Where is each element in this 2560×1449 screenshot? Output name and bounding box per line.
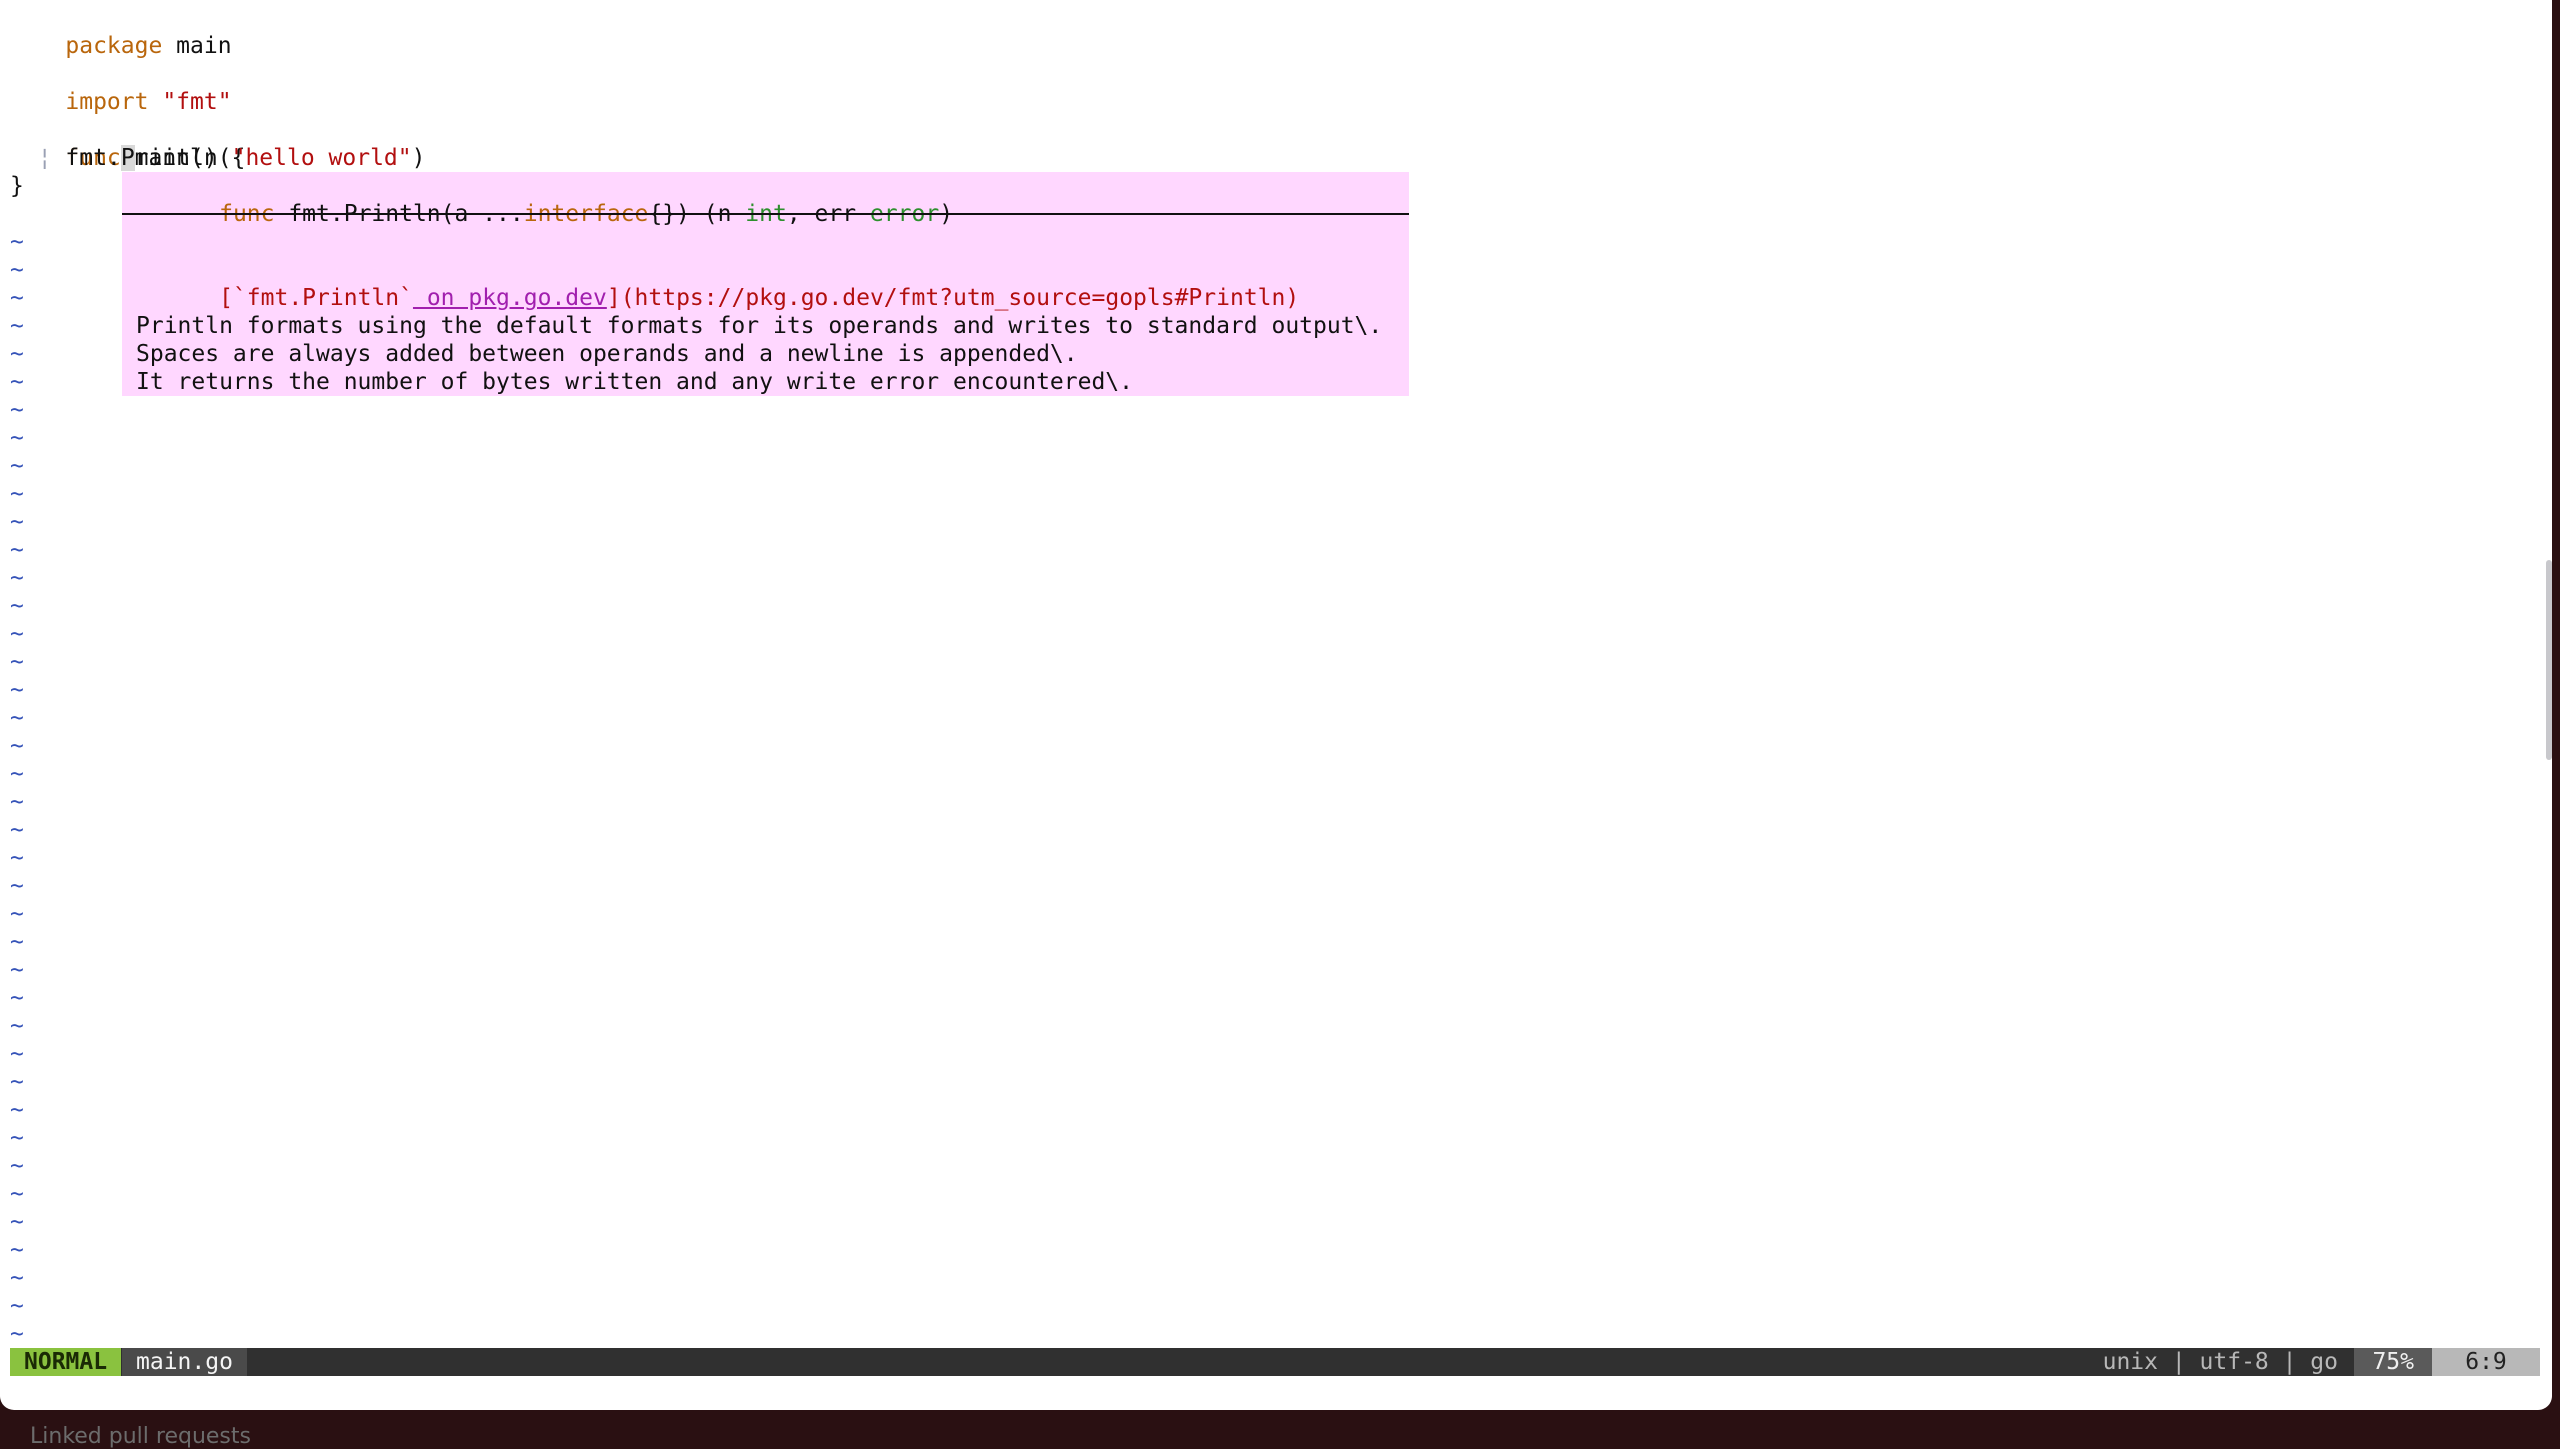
window-scrollbar[interactable] — [2546, 560, 2552, 760]
status-filename: main.go — [122, 1348, 247, 1376]
link-open: [`fmt.Println` — [219, 285, 413, 311]
tilde-marker: ~ — [10, 397, 24, 423]
code-line-7[interactable]: } — [10, 172, 24, 200]
vim-window: package main import "fmt" func main() { … — [0, 0, 2552, 1410]
code-line-6[interactable]: ¦ fmt.Println("hello world") — [10, 144, 425, 172]
tilde-marker: ~ — [10, 845, 24, 871]
code-line-3[interactable]: import "fmt" — [10, 60, 231, 115]
tilde-marker: ~ — [10, 1209, 24, 1235]
popup-link-line: [`fmt.Println` on pkg.go.dev](https://pk… — [136, 256, 1299, 311]
tilde-marker: ~ — [10, 425, 24, 451]
tilde-marker: ~ — [10, 1237, 24, 1263]
background-page-text: Linked pull requests — [30, 1424, 251, 1449]
tilde-marker: ~ — [10, 985, 24, 1011]
hover-documentation-popup[interactable]: func fmt.Println(a ...interface{}) (n in… — [122, 172, 1409, 396]
tilde-marker: ~ — [10, 229, 24, 255]
tilde-marker: ~ — [10, 705, 24, 731]
status-fileinfo: unix | utf-8 | go — [2102, 1349, 2338, 1375]
link-url: ](https://pkg.go.dev/fmt?utm_source=gopl… — [606, 285, 1300, 311]
status-line: NORMAL main.go unix | utf-8 | go 75% 6:9 — [10, 1348, 2540, 1376]
tilde-marker: ~ — [10, 593, 24, 619]
tilde-marker: ~ — [10, 313, 24, 339]
tilde-marker: ~ — [10, 929, 24, 955]
tilde-marker: ~ — [10, 341, 24, 367]
popup-separator — [122, 213, 1409, 215]
tilde-marker: ~ — [10, 1293, 24, 1319]
tilde-marker: ~ — [10, 1153, 24, 1179]
text-cursor: P — [120, 145, 135, 171]
tilde-marker: ~ — [10, 1041, 24, 1067]
tilde-marker: ~ — [10, 901, 24, 927]
tilde-marker: ~ — [10, 369, 24, 395]
keyword-import: import — [65, 89, 149, 115]
tilde-marker: ~ — [10, 761, 24, 787]
status-position: 6:9 — [2432, 1348, 2540, 1376]
status-percent: 75% — [2354, 1348, 2432, 1376]
tilde-marker: ~ — [10, 537, 24, 563]
package-name: main — [162, 33, 232, 59]
doc-line-3: It returns the number of bytes written a… — [136, 369, 1133, 395]
call-prefix: fmt. — [51, 145, 121, 171]
tilde-marker: ~ — [10, 1097, 24, 1123]
doc-line-2: Spaces are always added between operands… — [136, 341, 1078, 367]
tilde-marker: ~ — [10, 1013, 24, 1039]
tilde-marker: ~ — [10, 649, 24, 675]
indent-guide: ¦ — [37, 145, 52, 171]
tilde-marker: ~ — [10, 733, 24, 759]
code-line-1[interactable]: package main — [10, 4, 231, 59]
popup-signature: func fmt.Println(a ...interface{}) (n in… — [136, 172, 953, 227]
tilde-marker: ~ — [10, 285, 24, 311]
tilde-marker: ~ — [10, 817, 24, 843]
tilde-marker: ~ — [10, 257, 24, 283]
tilde-marker: ~ — [10, 481, 24, 507]
tilde-marker: ~ — [10, 1181, 24, 1207]
tilde-marker: ~ — [10, 789, 24, 815]
pkg-go-dev-link[interactable]: on pkg.go.dev — [413, 285, 607, 311]
tilde-marker: ~ — [10, 1321, 24, 1347]
import-path: "fmt" — [148, 89, 232, 115]
tilde-marker: ~ — [10, 957, 24, 983]
tilde-marker: ~ — [10, 1069, 24, 1095]
tilde-marker: ~ — [10, 453, 24, 479]
tilde-marker: ~ — [10, 1265, 24, 1291]
keyword-package: package — [65, 33, 163, 59]
tilde-marker: ~ — [10, 677, 24, 703]
tilde-marker: ~ — [10, 565, 24, 591]
tilde-marker: ~ — [10, 509, 24, 535]
tilde-marker: ~ — [10, 873, 24, 899]
code-line-5[interactable]: func main() { — [10, 116, 245, 171]
call-close: ) — [411, 145, 426, 171]
call-name: rintln( — [134, 145, 232, 171]
mode-indicator: NORMAL — [10, 1348, 122, 1376]
doc-line-1: Println formats using the default format… — [136, 313, 1383, 339]
tilde-marker: ~ — [10, 1125, 24, 1151]
tilde-marker: ~ — [10, 621, 24, 647]
string-literal: "hello world" — [231, 145, 412, 171]
